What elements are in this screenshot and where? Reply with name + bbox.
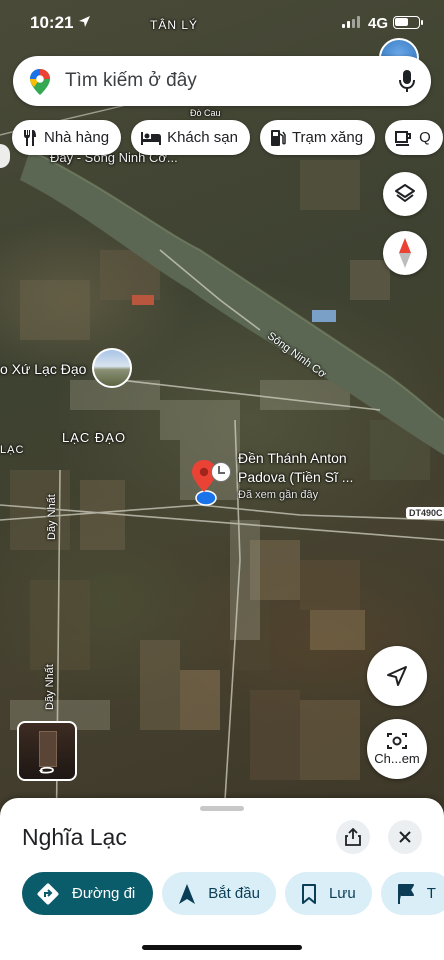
status-time: 10:21 [30,13,74,32]
place-name-line2[interactable]: Padova (Tiền Sĩ ... [238,469,353,485]
flag-label: T [426,885,436,902]
search-bar[interactable]: Tìm kiếm ở đây [13,56,431,106]
place-subtitle: Đã xem gần đây [238,489,319,501]
signal-icon [342,16,360,28]
camera-icon [387,733,407,749]
google-maps-pin-icon [30,69,50,95]
chip-restaurants[interactable]: Nhà hàng [12,120,122,155]
photo-place-marker[interactable] [92,348,132,388]
start-button[interactable]: Bắt đầu [162,872,276,915]
directions-button[interactable]: Đường đi [22,872,154,915]
chip-gas-stations[interactable]: Trạm xăng [259,120,376,155]
flag-button[interactable]: T [380,872,444,915]
map-label-xu-lac-dao: o Xứ Lạc Đạo [0,361,87,377]
chip-label: Nhà hàng [44,129,110,146]
directions-icon [37,883,59,904]
navigation-arrow-icon [179,883,196,904]
search-input[interactable]: Tìm kiếm ở đây [65,70,197,92]
close-icon [399,831,411,843]
lens-camera-button[interactable]: Ch...em [367,719,427,779]
coffee-icon [395,130,412,146]
map-label-lac-dao: LẠC ĐẠO [62,430,127,445]
close-button[interactable] [388,820,422,854]
chip-coffee[interactable]: Q [385,120,443,155]
network-type: 4G [368,15,389,32]
share-icon [345,828,361,846]
save-label: Lưu [328,885,356,902]
map-label-day-nhat-2: Dãy Nhất [44,664,56,710]
rotate-360-icon [39,766,54,774]
chip-label: Q [419,129,431,146]
battery-icon [393,16,423,29]
bookmark-icon [301,883,316,904]
directions-label: Đường đi [72,885,136,902]
save-button[interactable]: Lưu [284,872,372,915]
status-bar: 10:21 4G [0,0,444,48]
map-label-day-nhat-1: Dãy Nhất [46,494,58,540]
share-button[interactable] [336,820,370,854]
map-label-lac: LẠC [0,444,25,456]
camera-label: Ch...em [374,751,420,766]
hotel-icon [141,131,162,145]
street-view-image [39,731,57,767]
road-shield: DT490C [406,507,444,519]
layers-button[interactable] [383,172,427,216]
my-location-button[interactable] [367,646,427,706]
chip-label: Trạm xăng [291,129,364,146]
compass-button[interactable] [383,231,427,275]
chip-hotels[interactable]: Khách sạn [131,120,250,155]
street-view-thumbnail[interactable] [17,721,77,781]
microphone-icon[interactable] [399,69,415,93]
place-title: Nghĩa Lạc [22,824,127,850]
navigation-arrow-icon [387,666,407,686]
category-chips: Nhà hàng Khách sạn Trạm xăng Q [12,120,443,156]
start-label: Bắt đầu [208,885,260,902]
compass-icon [399,238,411,268]
chip-label: Khách sạn [167,129,238,146]
restaurant-icon [24,129,36,146]
map-label-do-cau: Đò Cau [190,108,221,118]
gas-station-icon [270,129,286,146]
place-bottom-sheet: Nghĩa Lạc Đường đi Bắt đầu Lưu T [0,798,444,960]
layers-icon [395,184,415,202]
action-buttons: Đường đi Bắt đầu Lưu T [22,872,444,915]
sheet-drag-handle[interactable] [200,806,244,811]
history-icon [211,462,231,482]
location-arrow-icon [79,16,90,27]
flag-icon [397,883,414,904]
home-indicator [142,945,302,950]
place-name-line1[interactable]: Đền Thánh Anton [238,450,347,466]
